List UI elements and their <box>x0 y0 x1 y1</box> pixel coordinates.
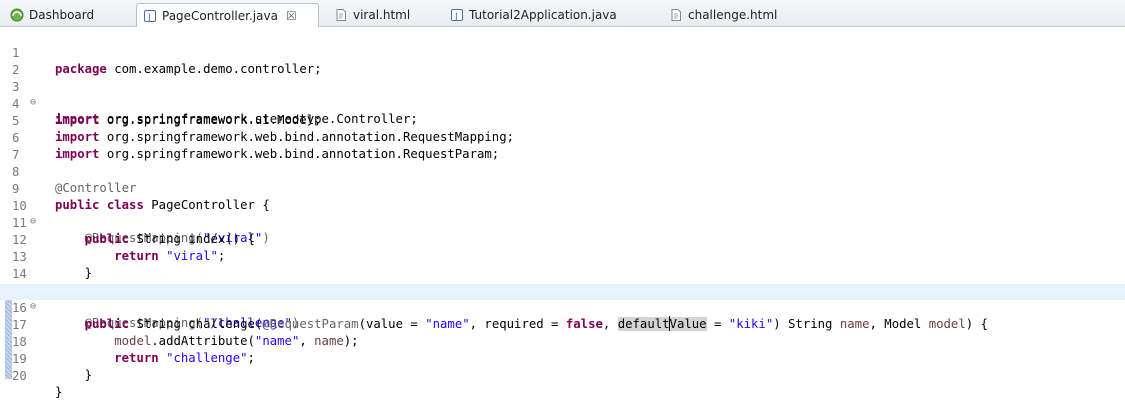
tab-label: PageController.java <box>162 9 278 23</box>
code-line: 12 return "viral"; <box>0 216 1125 263</box>
editor-tab-bar: Dashboard J PageController.java ☒ viral.… <box>0 0 1125 28</box>
tab-label: challenge.html <box>688 8 778 22</box>
dashboard-icon <box>10 8 24 22</box>
code-line: 13 } <box>0 233 1125 280</box>
code-line: 11 public String index() { <box>0 199 1125 246</box>
code-line-current: 16 public String challenge(@RequestParam… <box>0 284 1125 331</box>
svg-text:J: J <box>454 12 458 22</box>
code-editor[interactable]: 1 package com.example.demo.controller; 2… <box>0 27 1125 405</box>
code-line: 14 <box>0 250 1125 281</box>
code-line: 20 } <box>0 352 1125 399</box>
code-line: 4 import org.springframework.ui.Model; <box>0 80 1125 127</box>
tab-dashboard[interactable]: Dashboard <box>4 3 94 27</box>
code-line: 6 import org.springframework.web.bind.an… <box>0 114 1125 161</box>
code-line: 19 } <box>0 335 1125 382</box>
java-file-icon: J <box>450 8 464 22</box>
code-line: 10 ⊖ @RequestMapping("/viral") <box>0 182 1125 245</box>
code-text: } <box>55 368 93 382</box>
tab-tutorial2application-java[interactable]: J Tutorial2Application.java <box>444 3 617 27</box>
code-line: 17 model.addAttribute("name", name); <box>0 301 1125 348</box>
line-number: 20 <box>12 369 27 383</box>
code-line: 2 <box>0 46 1125 77</box>
code-line: 7 <box>0 131 1125 162</box>
tab-label: Tutorial2Application.java <box>469 8 617 22</box>
code-text: } <box>55 385 63 399</box>
code-line: 8 @Controller <box>0 148 1125 195</box>
code-line: 5 import org.springframework.web.bind.an… <box>0 97 1125 144</box>
code-line: 1 package com.example.demo.controller; <box>0 29 1125 76</box>
tab-pagecontroller-java[interactable]: J PageController.java ☒ <box>136 3 319 28</box>
tab-challenge-html[interactable]: challenge.html <box>663 3 777 27</box>
html-file-icon <box>334 8 348 22</box>
code-line: 15 ⊖ @RequestMapping("/challenge") <box>0 267 1125 330</box>
code-line: 18 return "challenge"; <box>0 318 1125 365</box>
svg-text:J: J <box>147 13 151 23</box>
tab-label: Dashboard <box>29 8 95 22</box>
close-icon[interactable]: ☒ <box>286 9 297 23</box>
java-file-icon: J <box>143 9 157 23</box>
code-line: 3 ⊖ import org.springframework.stereotyp… <box>0 63 1125 126</box>
html-file-icon <box>669 8 683 22</box>
code-line: 9 public class PageController { <box>0 165 1125 212</box>
tab-label: viral.html <box>353 8 411 22</box>
tab-viral-html[interactable]: viral.html <box>328 3 410 27</box>
